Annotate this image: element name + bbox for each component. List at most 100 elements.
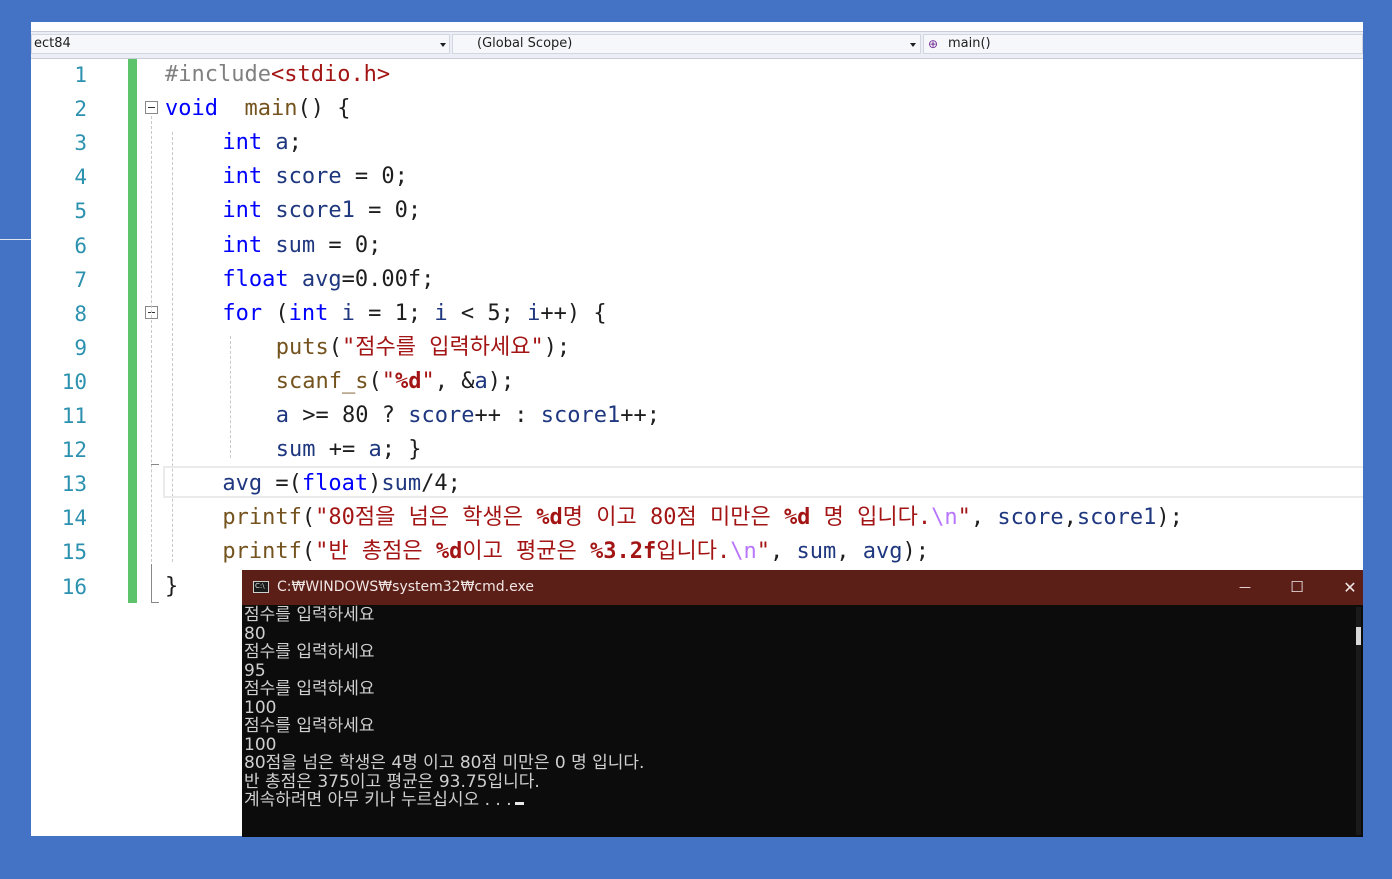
code-token: );: [902, 539, 929, 565]
maximize-icon[interactable]: ☐: [1287, 570, 1307, 605]
background-line: [0, 239, 31, 240]
code-token: ++;: [620, 403, 660, 428]
block-end-tick: [151, 602, 159, 603]
code-token: (: [301, 505, 316, 531]
code-token: #include: [165, 62, 271, 87]
line-number: 11: [61, 404, 87, 428]
code-line[interactable]: float avg=0.00f;: [222, 263, 434, 297]
scope-dropdown-label: (Global Scope): [477, 36, 573, 51]
line-number: 1: [74, 63, 87, 87]
code-line[interactable]: avg =(float)sum/4;: [222, 467, 460, 501]
line-number: 12: [61, 438, 87, 463]
cmd-title-text: C:₩WINDOWS₩system32₩cmd.exe: [277, 579, 534, 595]
code-token: score1: [540, 403, 621, 428]
code-line[interactable]: a >= 80 ? score++ : score1++;: [276, 399, 660, 433]
code-token: 입니다.: [656, 539, 731, 565]
code-token: score: [275, 164, 342, 190]
code-line[interactable]: }: [165, 570, 178, 604]
text-cursor: [514, 802, 524, 805]
function-dropdown[interactable]: ⊕ main(): [923, 34, 1363, 54]
scope-dropdown[interactable]: (Global Scope): [452, 34, 921, 54]
code-token: i: [341, 300, 355, 326]
project-dropdown[interactable]: ect84: [31, 34, 450, 54]
code-token: float: [222, 266, 289, 292]
code-token: ,: [769, 539, 797, 565]
code-token: printf: [222, 505, 302, 531]
code-token: puts: [275, 334, 329, 360]
code-token: (: [328, 334, 343, 360]
line-number: 15: [61, 540, 87, 565]
code-token: int: [222, 130, 263, 156]
line-number: 14: [61, 506, 87, 531]
code-token: >= 80 ?: [289, 403, 409, 428]
code-line[interactable]: for (int i = 1; i < 5; i++) {: [222, 297, 606, 331]
collapse-icon[interactable]: [145, 101, 158, 114]
code-line[interactable]: int score = 0;: [222, 160, 407, 194]
code-token: score1: [275, 198, 355, 224]
code-line[interactable]: void main() {: [165, 92, 350, 126]
code-token: );: [487, 368, 515, 394]
code-token: a: [368, 437, 382, 463]
code-token: ": [957, 505, 971, 531]
code-token: a: [275, 403, 290, 428]
code-token: \n: [730, 539, 757, 565]
code-token: sum: [381, 471, 422, 497]
code-token: a: [474, 368, 488, 394]
close-icon[interactable]: ✕: [1340, 570, 1360, 605]
code-token: \n: [931, 505, 958, 531]
function-dropdown-label: main(): [948, 36, 991, 51]
code-token: , &: [434, 368, 475, 394]
code-token: }: [165, 573, 179, 599]
block-end-tick: [151, 464, 159, 465]
code-token: %d: [783, 505, 811, 531]
cmd-output-line: 점수를 입력하세요: [244, 605, 375, 625]
cmd-icon: C:\: [253, 581, 269, 593]
code-token: ++ :: [474, 403, 541, 428]
code-token: <stdio.h>: [270, 62, 391, 87]
line-number: 13: [61, 472, 87, 497]
code-token: ;: [288, 130, 302, 156]
code-token: "점수를 입력하세요": [342, 334, 544, 360]
cmd-output-line: 100: [244, 734, 277, 755]
code-token: score: [408, 403, 475, 428]
code-token: ; }: [381, 437, 422, 463]
block-guide-line: [151, 116, 152, 562]
code-line[interactable]: printf("80점을 넘은 학생은 %d명 이고 80점 미만은 %d 명 …: [222, 501, 1182, 535]
code-token: avg: [301, 266, 342, 292]
cmd-scrollbar[interactable]: [1356, 607, 1361, 835]
code-token: = 0;: [315, 232, 382, 258]
minimize-icon[interactable]: —: [1235, 570, 1255, 605]
code-token: float: [301, 471, 369, 497]
cmd-output-line: 95: [244, 660, 266, 681]
code-line[interactable]: #include<stdio.h>: [165, 58, 390, 92]
cmd-output: 점수를 입력하세요 80 점수를 입력하세요 95 점수를 입력하세요 100 점수를 입력…: [244, 606, 644, 810]
code-token: = 1;: [354, 300, 435, 326]
code-line[interactable]: sum += a; }: [276, 433, 422, 467]
cmd-output-line: 계속하려면 아무 키나 누르십시오 . . .: [244, 791, 644, 810]
cmd-title-bar[interactable]: C:\ C:₩WINDOWS₩system32₩cmd.exe — ☐ ✕: [242, 570, 1363, 605]
code-token: sum: [796, 539, 837, 565]
chevron-down-icon: [440, 43, 446, 47]
cmd-window[interactable]: C:\ C:₩WINDOWS₩system32₩cmd.exe — ☐ ✕ 점수…: [242, 570, 1363, 837]
code-token: ,: [836, 539, 863, 565]
code-token: ": [381, 368, 396, 394]
line-number: 9: [74, 335, 87, 360]
code-token: i: [434, 300, 448, 326]
code-line[interactable]: printf("반 총점은 %d이고 평균은 %3.2f입니다.\n", sum…: [222, 535, 929, 569]
line-number: 8: [74, 301, 87, 326]
code-line[interactable]: int sum = 0;: [222, 229, 381, 263]
code-line[interactable]: int score1 = 0;: [222, 194, 421, 228]
code-line[interactable]: int a;: [222, 126, 302, 160]
cmd-scrollbar-thumb[interactable]: [1356, 627, 1361, 645]
code-token: "반 총점은: [315, 539, 436, 565]
code-token: =(: [262, 471, 302, 497]
code-token: /4;: [421, 471, 461, 497]
code-token: scanf_s: [275, 368, 369, 394]
code-token: 이고 평균은: [462, 539, 591, 565]
code-token: printf: [222, 539, 302, 565]
code-token: () {: [297, 96, 351, 122]
code-line[interactable]: scanf_s("%d", &a);: [276, 365, 514, 399]
code-line[interactable]: puts("점수를 입력하세요");: [276, 331, 570, 365]
